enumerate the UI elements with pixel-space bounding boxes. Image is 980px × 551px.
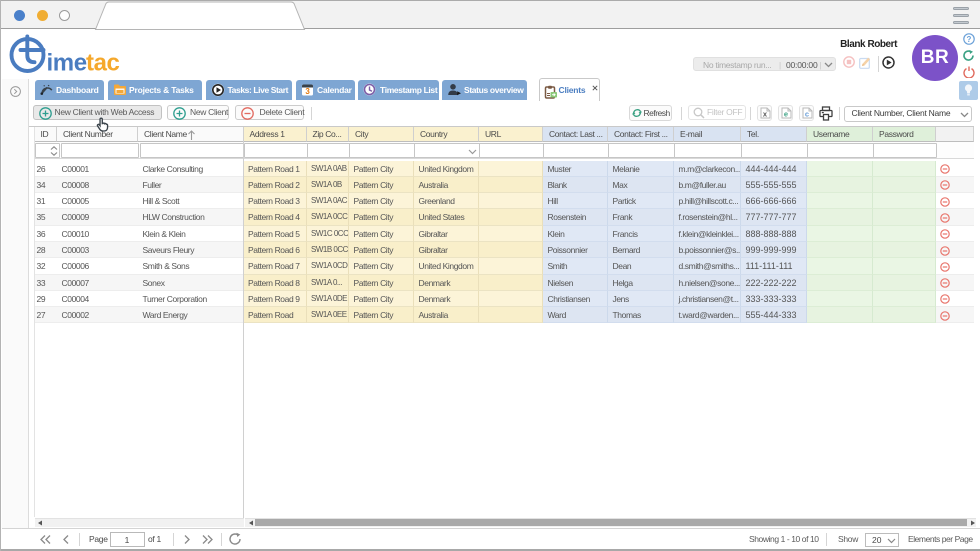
svg-text:?: ? bbox=[967, 35, 972, 44]
svg-text:e: e bbox=[784, 110, 788, 119]
svg-text:ime: ime bbox=[47, 50, 87, 77]
svg-text:tac: tac bbox=[86, 50, 120, 77]
svg-text:c: c bbox=[805, 110, 809, 119]
